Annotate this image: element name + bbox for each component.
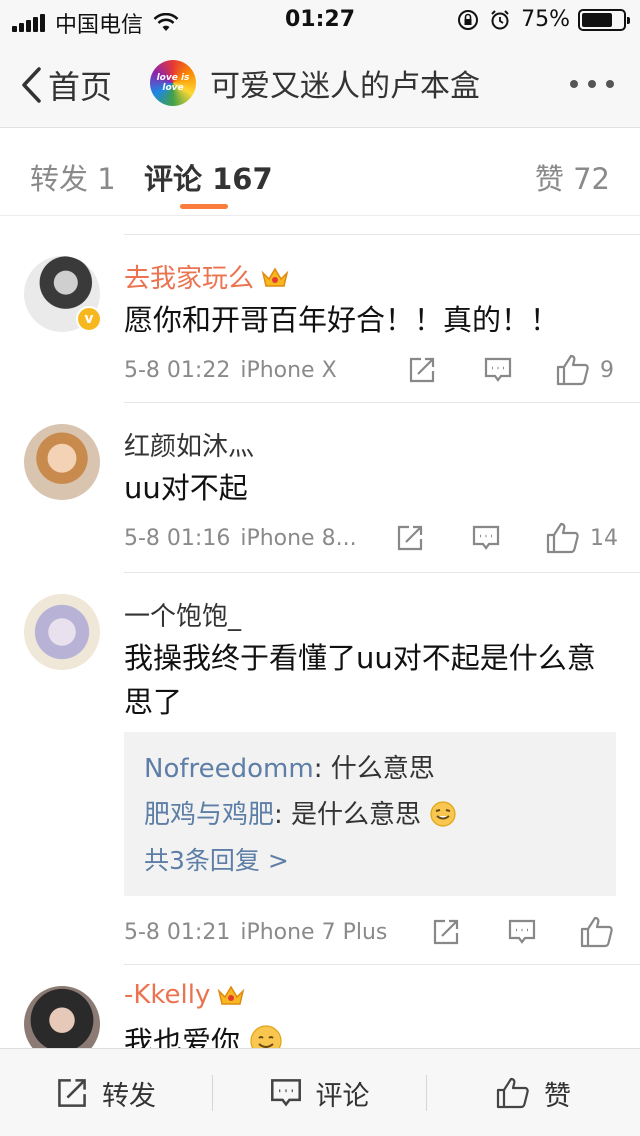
grin-emoji-icon	[430, 801, 456, 827]
avatar[interactable]	[24, 424, 100, 500]
bottom-like-label: 赞	[544, 1080, 571, 1112]
comment-time: 5-8 01:22	[124, 358, 231, 383]
divider	[124, 402, 640, 403]
thumbs-up-icon	[496, 1077, 529, 1109]
comment-time: 5-8 01:21	[124, 920, 231, 945]
back-button[interactable]: 首页	[20, 62, 112, 108]
reply-item: 肥鸡与鸡肥: 是什么意思	[144, 792, 596, 838]
thumbs-up-icon	[580, 916, 613, 948]
comment-username[interactable]: -Kkelly	[124, 980, 246, 1010]
crown-badge-icon	[218, 985, 245, 1005]
bottom-toolbar: 转发 评论 赞	[0, 1048, 640, 1136]
smile-emoji-icon	[250, 1025, 282, 1048]
chevron-left-icon	[22, 67, 41, 103]
repost-button[interactable]	[432, 918, 460, 946]
divider	[124, 234, 640, 235]
reply-button[interactable]	[508, 918, 536, 946]
battery-icon	[578, 8, 630, 31]
avatar[interactable]	[24, 986, 100, 1048]
comment-icon	[484, 357, 512, 382]
tab-repost[interactable]: 转发 1	[30, 156, 116, 198]
thumbs-up-icon	[556, 354, 589, 386]
battery-percent: 75%	[521, 7, 570, 32]
comment-icon	[472, 525, 500, 550]
like-count: 9	[600, 357, 614, 383]
tab-bar: 转发 1 评论 167 赞 72	[0, 128, 640, 216]
comment-source: iPhone 7 Plus	[240, 920, 388, 945]
reply-button[interactable]	[472, 524, 500, 552]
comment-icon	[270, 1079, 301, 1107]
like-button[interactable]	[580, 916, 624, 948]
status-bar: 中国电信 01:27 75%	[0, 0, 640, 40]
orientation-lock-icon	[458, 9, 479, 30]
comment-text: 我操我终于看懂了uu对不起是什么意思了	[124, 641, 596, 719]
comment-text: uu对不起	[124, 471, 248, 505]
author-avatar[interactable]: love is love	[150, 60, 196, 106]
tab-likes[interactable]: 赞 72	[535, 156, 610, 198]
like-button[interactable]: 9	[556, 354, 614, 386]
reply-text: : 是什么意思	[274, 800, 422, 830]
comment-text: 我也爱你	[124, 1020, 616, 1048]
page-title: 可爱又迷人的卢本盒	[210, 69, 480, 104]
comment-time: 5-8 01:16	[124, 526, 231, 551]
back-label: 首页	[48, 68, 113, 106]
share-icon	[433, 919, 459, 945]
bottom-repost-button[interactable]: 转发	[0, 1049, 212, 1136]
avatar[interactable]	[24, 594, 100, 670]
comment-item: -Kkelly 我也爱你	[0, 966, 640, 1048]
share-icon	[409, 357, 435, 383]
more-options-button[interactable]	[560, 80, 614, 88]
active-tab-indicator	[180, 204, 228, 209]
comment-username[interactable]: 红颜如沐灬	[124, 426, 254, 463]
reply-preview-box[interactable]: Nofreedomm: 什么意思 肥鸡与鸡肥: 是什么意思 共3条回复 >	[124, 732, 616, 896]
comment-username[interactable]: 一个饱饱_	[124, 596, 241, 633]
view-more-replies-link[interactable]: 共3条回复 >	[144, 838, 596, 884]
like-count: 14	[590, 525, 618, 551]
bottom-repost-label: 转发	[102, 1080, 156, 1112]
post-author[interactable]: love is love 可爱又迷人的卢本盒	[150, 60, 480, 106]
navigation-bar: 首页 love is love 可爱又迷人的卢本盒	[0, 40, 640, 128]
comment-text: 愿你和开哥百年好合！！真的！！	[124, 303, 560, 337]
divider	[124, 964, 640, 965]
like-button[interactable]: 14	[546, 522, 618, 554]
comment-meta: 5-8 01:22 iPhone X	[124, 358, 337, 383]
crown-badge-icon	[261, 267, 289, 287]
bottom-comment-label: 评论	[315, 1080, 370, 1112]
comment-icon	[508, 919, 536, 944]
comment-meta: 5-8 01:16 iPhone 8...	[124, 526, 357, 551]
comment-meta: 5-8 01:21 iPhone 7 Plus	[124, 920, 387, 945]
bottom-like-button[interactable]: 赞	[427, 1049, 640, 1136]
comment-username[interactable]: 去我家玩么	[124, 258, 290, 295]
reply-username[interactable]: 肥鸡与鸡肥	[144, 800, 274, 830]
comment-source: iPhone 8...	[240, 526, 357, 551]
repost-button[interactable]	[396, 524, 424, 552]
thumbs-up-icon	[546, 522, 579, 554]
verified-badge-icon: v	[76, 306, 102, 332]
repost-button[interactable]	[408, 356, 436, 384]
reply-item: Nofreedomm: 什么意思	[144, 746, 596, 792]
reply-button[interactable]	[484, 356, 512, 384]
reply-text: : 什么意思	[313, 754, 435, 784]
comment-source: iPhone X	[240, 358, 337, 383]
share-icon	[58, 1079, 86, 1107]
bottom-comment-button[interactable]: 评论	[213, 1049, 426, 1136]
alarm-icon	[491, 9, 509, 29]
share-icon	[397, 525, 423, 551]
divider	[124, 572, 640, 573]
reply-username[interactable]: Nofreedomm	[144, 754, 314, 784]
tab-comments[interactable]: 评论 167	[144, 156, 273, 198]
